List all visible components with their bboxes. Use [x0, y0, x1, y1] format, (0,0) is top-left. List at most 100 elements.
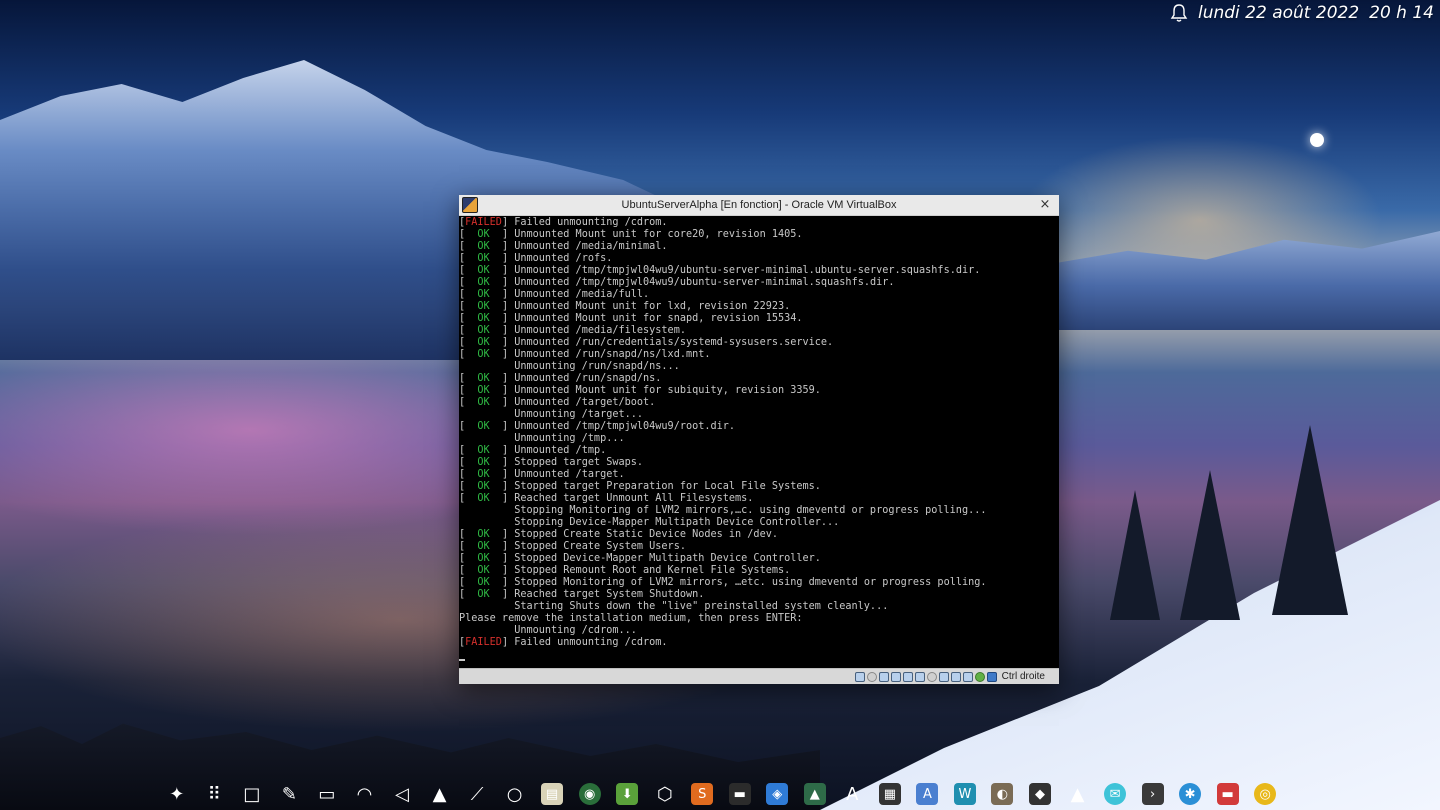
clock-date[interactable]: lundi 22 août 2022 [1198, 3, 1359, 23]
console-line-text: Reached target System Shutdown. [508, 589, 705, 600]
console-line: [FAILED] Failed unmounting /cdrom. [459, 637, 668, 648]
dock-item[interactable]: ▲ [421, 778, 459, 810]
status-ok: OK [477, 349, 490, 360]
terminal-app-icon[interactable]: ▬ [728, 783, 751, 805]
console-line-text: Unmounted /media/minimal. [508, 241, 668, 252]
dock-item[interactable]: ▲ [1059, 778, 1097, 810]
dock-item[interactable]: ○ [496, 778, 534, 810]
console-line: Stopping Monitoring of LVM2 mirrors,…c. … [459, 505, 1059, 517]
vlc-icon[interactable]: ▲ [1067, 783, 1089, 805]
shopping-bag-icon[interactable]: ◈ [766, 783, 789, 805]
browser-globe-icon[interactable]: ◉ [578, 783, 601, 805]
clock-time[interactable]: 20 h 14 [1369, 3, 1434, 23]
mail-icon[interactable]: ✉ [1104, 783, 1127, 805]
status-ok: OK [477, 241, 490, 252]
notes-app-icon[interactable]: ▤ [541, 783, 564, 805]
dock-item[interactable]: A [909, 778, 947, 810]
dock-item[interactable]: ◈ [759, 778, 797, 810]
dock-item[interactable]: ▭ [308, 778, 346, 810]
console-line-text: Unmounted /tmp. [508, 445, 607, 456]
dock-item[interactable]: ✦ [158, 778, 196, 810]
console-line-text: Unmounted /tmp/tmpjwl04wu9/ubuntu-server… [508, 277, 895, 288]
volume-icon[interactable]: ◁ [391, 783, 413, 805]
bluetooth-file-icon[interactable]: ✱ [1179, 783, 1202, 805]
console-line: [ OK ] Unmounted /tmp. [459, 445, 607, 456]
status-ok: OK [477, 229, 490, 240]
show-desktop-icon[interactable]: □ [241, 783, 263, 805]
dock-item[interactable]: ⠿ [196, 778, 234, 810]
color-picker-icon[interactable]: ⟋ [466, 783, 488, 805]
file-manager-icon[interactable]: ▬ [1216, 783, 1239, 805]
dock-item[interactable]: ⬡ [646, 778, 684, 810]
clipboard-icon[interactable]: ✎ [278, 783, 300, 805]
dock-item[interactable]: ◠ [346, 778, 384, 810]
keyboard-icon[interactable] [986, 671, 997, 682]
console-line-text: Stopped Remount Root and Kernel File Sys… [508, 565, 791, 576]
console-line-text: Unmounting /run/snapd/ns... [459, 361, 680, 372]
bell-icon[interactable] [1170, 3, 1188, 23]
package-manager-icon[interactable]: ⬇ [616, 783, 639, 805]
virtualbox-window[interactable]: UbuntuServerAlpha [En fonction] - Oracle… [459, 195, 1059, 684]
close-icon[interactable]: × [1037, 197, 1053, 213]
status-ok: OK [477, 301, 490, 312]
console-line: [ OK ] Unmounted Mount unit for subiquit… [459, 385, 821, 396]
dock-item[interactable]: ▬ [1209, 778, 1247, 810]
audio-icon[interactable] [878, 671, 889, 682]
dock-item[interactable]: ⟋ [458, 778, 496, 810]
dock-item[interactable]: ◆ [1021, 778, 1059, 810]
app-grid-icon[interactable]: ⠿ [203, 783, 225, 805]
network-icon[interactable] [890, 671, 901, 682]
dock-item[interactable]: S [683, 778, 721, 810]
workspace-circle-icon[interactable]: ○ [504, 783, 526, 805]
inkscape-icon[interactable]: ◆ [1028, 783, 1051, 805]
console-line: [ OK ] Unmounted Mount unit for snapd, r… [459, 313, 803, 324]
system-monitor-icon[interactable]: ▲ [803, 783, 826, 805]
dock-item[interactable]: ◎ [1246, 778, 1284, 810]
status-ok: OK [477, 421, 490, 432]
dock-item[interactable]: ▤ [533, 778, 571, 810]
dock-item[interactable]: › [1134, 778, 1172, 810]
dock-item[interactable]: ◐ [984, 778, 1022, 810]
dock-item[interactable]: ✱ [1171, 778, 1209, 810]
display-icon[interactable] [926, 671, 937, 682]
dock-item[interactable]: ⬇ [608, 778, 646, 810]
writer-icon[interactable]: W [953, 783, 976, 805]
software-store-icon[interactable]: S [691, 783, 714, 805]
dock-item[interactable]: ✎ [271, 778, 309, 810]
video-capture-icon[interactable] [938, 671, 949, 682]
gimp-icon[interactable]: ◐ [991, 783, 1014, 805]
shared-folders-icon[interactable] [914, 671, 925, 682]
hard-disk-icon[interactable] [854, 671, 865, 682]
dock-item[interactable]: W [946, 778, 984, 810]
dock-item[interactable]: ◁ [383, 778, 421, 810]
optical-drive-icon[interactable] [866, 671, 877, 682]
window-titlebar[interactable]: UbuntuServerAlpha [En fonction] - Oracle… [459, 195, 1059, 216]
font-viewer-icon[interactable]: A [841, 783, 863, 805]
dock-item[interactable]: ▬ [721, 778, 759, 810]
virtualbox-icon[interactable]: ⬡ [654, 783, 676, 805]
usb-icon[interactable] [902, 671, 913, 682]
status-ok: OK [477, 337, 490, 348]
text-editor-icon[interactable]: A [916, 783, 939, 805]
wifi-icon[interactable]: ◠ [353, 783, 375, 805]
vm-console[interactable]: [FAILED] Failed unmounting /cdrom. [ OK ]… [459, 216, 1059, 668]
mouse-integration-icon[interactable] [950, 671, 961, 682]
dock-item[interactable]: ◉ [571, 778, 609, 810]
console-icon[interactable]: › [1141, 783, 1164, 805]
dock-item[interactable]: A [834, 778, 872, 810]
dock-item[interactable]: ✉ [1096, 778, 1134, 810]
console-line-text: Failed unmounting /cdrom. [508, 217, 668, 228]
expand-tray-icon[interactable]: ▲ [428, 783, 450, 805]
battery-icon[interactable]: ▭ [316, 783, 338, 805]
cpu-icon[interactable] [974, 671, 985, 682]
chrome-icon[interactable]: ◎ [1254, 783, 1277, 805]
dock-item[interactable]: ▦ [871, 778, 909, 810]
status-ok: OK [477, 373, 490, 384]
console-line: [ OK ] Unmounted Mount unit for core20, … [459, 229, 803, 240]
calculator-icon[interactable]: ▦ [878, 783, 901, 805]
dock-item[interactable]: □ [233, 778, 271, 810]
virtualization-icon[interactable] [962, 671, 973, 682]
status-ok: OK [477, 565, 490, 576]
dock-item[interactable]: ▲ [796, 778, 834, 810]
app-launcher-icon[interactable]: ✦ [166, 783, 188, 805]
